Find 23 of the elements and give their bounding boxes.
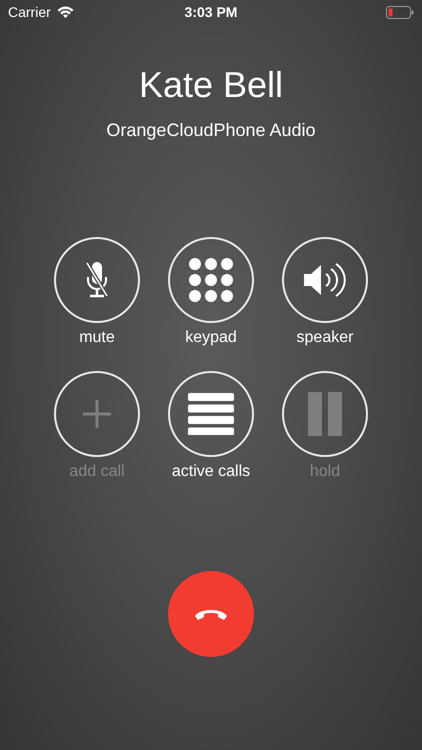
mute-button[interactable] — [54, 237, 140, 323]
speaker-button[interactable] — [282, 237, 368, 323]
call-subtitle: OrangeCloudPhone Audio — [106, 120, 316, 141]
status-time: 3:03 PM — [184, 4, 238, 20]
muted-microphone-icon — [84, 261, 110, 299]
control-label: keypad — [185, 329, 237, 347]
speaker-icon — [303, 263, 347, 297]
keypad-button[interactable] — [168, 237, 254, 323]
control-label: speaker — [296, 329, 354, 347]
control-label: add call — [69, 463, 125, 481]
caller-name: Kate Bell — [138, 64, 284, 106]
pause-icon — [308, 392, 342, 436]
control-label: active calls — [172, 463, 250, 481]
list-icon — [188, 393, 234, 435]
control-label: mute — [79, 329, 115, 347]
control-label: hold — [310, 463, 340, 481]
battery-icon — [386, 6, 414, 18]
carrier-label: Carrier — [8, 4, 51, 20]
calls-button[interactable] — [168, 371, 254, 457]
plus-icon — [83, 400, 111, 428]
wifi-icon — [56, 6, 74, 18]
keypad-icon — [189, 258, 233, 302]
phone-hangup-icon — [194, 607, 228, 621]
